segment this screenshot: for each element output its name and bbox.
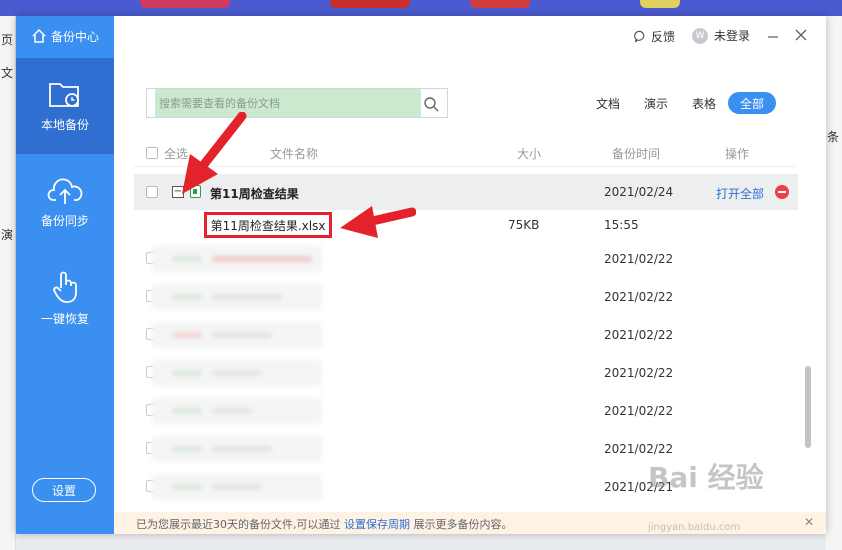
delete-icon[interactable] (775, 185, 789, 199)
set-retention-link[interactable]: 设置保存周期 (344, 518, 410, 531)
blur-mark (172, 370, 202, 376)
group-date: 2021/02/24 (604, 185, 674, 199)
sidebar-item-label: 备份同步 (40, 213, 89, 228)
bg-fragment: 条 (827, 130, 840, 144)
blur-mark (172, 256, 202, 262)
sidebar-item-one-key-restore[interactable]: 一键恢复 (16, 250, 114, 346)
home-cloud-icon (32, 28, 46, 43)
decor-blob (640, 0, 680, 8)
table-row[interactable]: 2021/02/22 (134, 354, 798, 392)
row-date: 2021/02/22 (604, 252, 674, 266)
table-row[interactable]: 2021/02/22 (134, 316, 798, 354)
minimize-icon[interactable] (764, 26, 782, 44)
table-row[interactable]: 2021/02/22 (134, 240, 798, 278)
column-header-size: 大小 (517, 147, 542, 161)
blurred-filename (152, 474, 322, 500)
column-header-action: 操作 (725, 147, 750, 161)
file-row[interactable]: 第11周检查结果.xlsx 75KB 15:55 (134, 210, 798, 240)
blur-mark (212, 446, 272, 452)
feedback-button[interactable]: 反馈 (634, 28, 675, 45)
footer-close-icon[interactable]: ✕ (804, 515, 814, 529)
group-checkbox[interactable] (146, 186, 158, 198)
decor-blob (330, 0, 410, 8)
feedback-label: 反馈 (651, 30, 676, 44)
close-icon[interactable] (792, 26, 810, 44)
decor-blob (140, 0, 230, 8)
cloud-upload-icon (47, 178, 83, 204)
annotation-arrow-file (340, 206, 416, 238)
blur-mark (212, 256, 312, 262)
table-row[interactable]: 2021/02/22 (134, 278, 798, 316)
blurred-filename (152, 398, 322, 424)
sidebar-item-local-backup[interactable]: 本地备份 (16, 58, 114, 154)
select-all-checkbox[interactable] (146, 147, 158, 159)
annotation-arrow-collapse (182, 112, 247, 194)
row-date: 2021/02/22 (604, 328, 674, 342)
column-header-time: 备份时间 (612, 147, 661, 161)
settings-button[interactable]: 设置 (32, 478, 96, 502)
filter-spreadsheets[interactable]: 表格 (680, 92, 728, 114)
file-time: 15:55 (604, 218, 639, 232)
search-icon[interactable] (423, 96, 439, 112)
blur-mark (212, 408, 252, 414)
watermark-url: jingyan.baidu.com (648, 522, 741, 533)
blur-mark (212, 370, 262, 376)
row-date: 2021/02/22 (604, 290, 674, 304)
brand: 备份中心 (16, 16, 114, 56)
chat-bubble-icon (634, 30, 645, 43)
blurred-filename (152, 360, 322, 386)
login-button[interactable]: W 未登录 (692, 27, 750, 44)
footer-text-before: 已为您展示最近30天的备份文件,可以通过 (136, 518, 341, 531)
dialog-header: 反馈 W 未登录 (114, 16, 826, 56)
row-date: 2021/02/22 (604, 404, 674, 418)
watermark-logo: Bai 经验 (648, 461, 764, 494)
blurred-filename (152, 436, 322, 462)
background-app-titlebar (0, 0, 842, 16)
file-size: 75KB (508, 218, 540, 232)
row-date: 2021/02/22 (604, 366, 674, 380)
blur-mark (172, 408, 202, 414)
blur-mark (172, 446, 202, 452)
sidebar-item-label: 一键恢复 (40, 311, 89, 326)
blur-mark (212, 484, 262, 490)
brand-title: 备份中心 (50, 29, 99, 44)
local-backup-icon (49, 82, 79, 107)
bg-fragment: 演 (1, 228, 14, 242)
blurred-filename (152, 284, 322, 310)
blur-mark (212, 332, 272, 338)
filter-presentations[interactable]: 演示 (632, 92, 680, 114)
filter-all[interactable]: 全部 (728, 92, 777, 114)
decor-blob (470, 0, 530, 8)
scrollbar[interactable] (805, 366, 811, 448)
hand-tap-icon (53, 271, 77, 303)
footer-text-after: 展示更多备份内容。 (413, 518, 513, 531)
login-label: 未登录 (714, 29, 751, 43)
row-date: 2021/02/22 (604, 442, 674, 456)
sidebar-item-label: 本地备份 (40, 117, 89, 132)
filter-documents[interactable]: 文档 (584, 92, 632, 114)
column-header-name: 文件名称 (270, 147, 319, 161)
avatar-icon: W (692, 27, 708, 44)
blur-mark (172, 332, 202, 338)
sidebar-item-backup-sync[interactable]: 备份同步 (16, 154, 114, 250)
blur-mark (172, 484, 202, 490)
bg-fragment: 文 (1, 66, 14, 80)
blur-mark (212, 294, 282, 300)
table-row[interactable]: 2021/02/22 (134, 392, 798, 430)
type-filters: 文档 演示 表格 全部 (584, 92, 777, 114)
open-all-button[interactable]: 打开全部 (716, 185, 764, 202)
blurred-filename (152, 246, 322, 272)
background-app-right: 条 (826, 16, 842, 550)
file-name[interactable]: 第11周检查结果.xlsx (204, 212, 332, 238)
sidebar: 备份中心 本地备份 备份同步 一键恢复 设置 (16, 16, 114, 534)
background-app-left: 页 文 演 (0, 16, 16, 550)
bg-fragment: 页 (1, 33, 14, 47)
blurred-filename (152, 322, 322, 348)
footer-text: 已为您展示最近30天的备份文件,可以通过 设置保存周期 展示更多备份内容。 (136, 516, 513, 532)
blur-mark (172, 294, 202, 300)
